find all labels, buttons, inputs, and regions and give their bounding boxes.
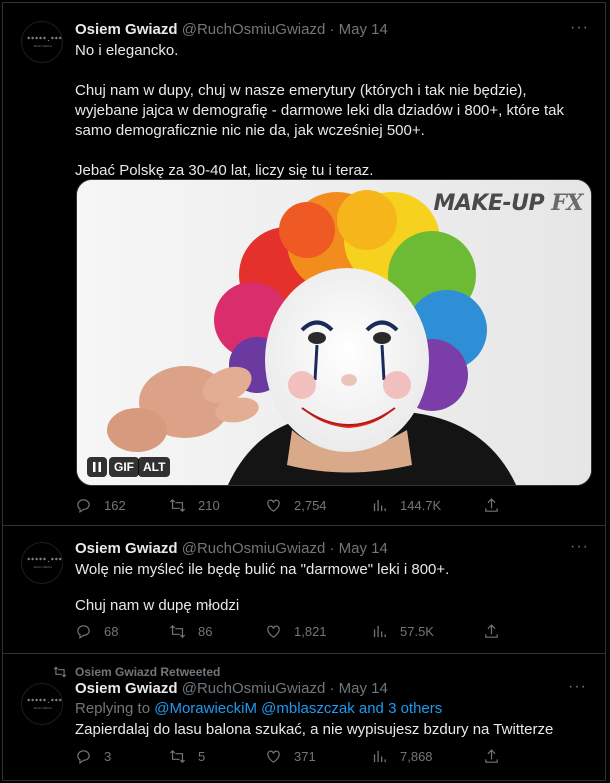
retweet-button[interactable]: 5 — [169, 748, 205, 765]
views-button[interactable]: 57.5K — [371, 623, 434, 640]
like-icon — [267, 750, 280, 763]
like-icon — [267, 625, 280, 638]
author-name[interactable]: Osiem Gwiazd — [75, 540, 178, 557]
like-count: 371 — [294, 749, 316, 764]
reply-button[interactable]: 68 — [75, 623, 118, 640]
retweet-icon — [169, 749, 186, 764]
views-button[interactable]: 144.7K — [371, 497, 441, 514]
retweet-icon — [53, 666, 67, 678]
tweet-header: Osiem Gwiazd @RuchOsmiuGwiazd · May 14 — [75, 21, 388, 38]
retweet-icon — [169, 624, 186, 639]
retweet-count: 210 — [198, 498, 220, 513]
retweet-icon — [169, 498, 186, 513]
watermark-main: MAKE-UP — [433, 191, 545, 216]
retweet-count: 5 — [198, 749, 206, 764]
avatar-text: *****.*** — [27, 36, 63, 43]
avatar[interactable]: *****.*** Ruch Ośmiu — [21, 542, 63, 584]
retweeted-by[interactable]: Osiem Gwiazd Retweeted — [53, 665, 221, 679]
avatar-subtext: Ruch Ośmiu — [34, 44, 52, 48]
views-count: 144.7K — [400, 498, 442, 513]
reply-count: 68 — [104, 624, 119, 639]
separator: · — [329, 21, 335, 38]
views-icon — [373, 625, 386, 638]
like-icon — [267, 499, 280, 512]
tweet-header: Osiem Gwiazd @RuchOsmiuGwiazd · May 14 — [75, 680, 388, 697]
like-count: 2,754 — [294, 498, 327, 513]
tweet-paragraph: Chuj nam w dupy, chuj w nasze emerytury … — [75, 82, 565, 139]
views-button[interactable]: 7,868 — [371, 748, 433, 765]
pause-icon[interactable] — [87, 457, 107, 477]
avatar[interactable]: *****.*** Ruch Ośmiu — [21, 683, 63, 725]
avatar[interactable]: *****.*** Ruch Ośmiu — [21, 21, 63, 63]
author-name[interactable]: Osiem Gwiazd — [75, 21, 178, 38]
reply-icon — [77, 625, 90, 640]
tweet-text: No i elegancko. Chuj nam w dupy, chuj w … — [75, 41, 585, 181]
share-button[interactable] — [483, 497, 500, 514]
tweet-paragraph: Wolę nie myśleć ile będę bulić na "darmo… — [75, 561, 450, 578]
share-icon — [485, 749, 498, 763]
tweet-paragraph: Jebać Polskę za 30-40 lat, liczy się tu … — [75, 162, 374, 179]
replying-to-prefix: Replying to — [75, 700, 151, 717]
tweet-paragraph: Chuj nam w dupę młodzi — [75, 597, 240, 614]
avatar-subtext: Ruch Ośmiu — [34, 565, 52, 569]
tweet-text: Wolę nie myśleć ile będę bulić na "darmo… — [75, 560, 585, 616]
tweet-date[interactable]: May 14 — [339, 680, 388, 697]
replying-to: Replying to @MorawieckiM @mblaszczak and… — [75, 700, 442, 717]
share-icon — [485, 498, 498, 512]
author-name[interactable]: Osiem Gwiazd — [75, 680, 178, 697]
tweet-date[interactable]: May 14 — [339, 540, 388, 557]
share-button[interactable] — [483, 623, 500, 640]
tweet-actions: 68 86 1,821 57.5K — [75, 623, 515, 645]
author-handle[interactable]: @RuchOsmiuGwiazd — [182, 21, 326, 38]
reply-count: 162 — [104, 498, 126, 513]
tweet-paragraph: Zapierdalaj do lasu balona szukać, a nie… — [75, 721, 554, 738]
separator: · — [329, 680, 335, 697]
tweet-paragraph: No i elegancko. — [75, 42, 179, 59]
clown-gif-image — [77, 180, 591, 485]
author-handle[interactable]: @RuchOsmiuGwiazd — [182, 680, 326, 697]
make-up-fx-watermark: MAKE-UP FX — [434, 190, 584, 216]
views-count: 7,868 — [400, 749, 433, 764]
tweet-header: Osiem Gwiazd @RuchOsmiuGwiazd · May 14 — [75, 540, 388, 557]
more-icon[interactable]: ··· — [570, 538, 589, 556]
views-icon — [373, 499, 386, 512]
reply-count: 3 — [104, 749, 112, 764]
avatar-subtext: Ruch Ośmiu — [34, 706, 52, 710]
watermark-fx: FX — [551, 190, 583, 216]
avatar-text: *****.*** — [27, 557, 63, 564]
tweet[interactable]: *****.*** Ruch Ośmiu Osiem Gwiazd @RuchO… — [3, 526, 605, 654]
like-button[interactable]: 2,754 — [265, 497, 327, 514]
views-count: 57.5K — [400, 624, 434, 639]
author-handle[interactable]: @RuchOsmiuGwiazd — [182, 540, 326, 557]
like-count: 1,821 — [294, 624, 327, 639]
gif-media[interactable]: MAKE-UP FX GIF ALT — [76, 179, 592, 486]
share-button[interactable] — [483, 748, 500, 765]
retweeted-by-label: Osiem Gwiazd Retweeted — [75, 665, 221, 679]
tweet-actions: 162 210 2,754 144.7K — [75, 497, 515, 519]
reply-icon — [77, 499, 90, 514]
share-icon — [485, 624, 498, 638]
tweet[interactable]: *****.*** Ruch Ośmiu Osiem Gwiazd @RuchO… — [3, 3, 605, 526]
avatar-text: *****.*** — [27, 698, 63, 705]
reply-icon — [77, 750, 90, 765]
more-icon[interactable]: ··· — [568, 678, 587, 696]
like-button[interactable]: 1,821 — [265, 623, 327, 640]
timeline: *****.*** Ruch Ośmiu Osiem Gwiazd @RuchO… — [2, 2, 606, 781]
like-button[interactable]: 371 — [265, 748, 316, 765]
tweet-date[interactable]: May 14 — [339, 21, 388, 38]
tweet-text: Zapierdalaj do lasu balona szukać, a nie… — [75, 720, 585, 740]
reply-button[interactable]: 162 — [75, 497, 126, 514]
retweet-button[interactable]: 86 — [169, 623, 212, 640]
tweet-actions: 3 5 371 7,868 — [75, 748, 515, 770]
more-icon[interactable]: ··· — [570, 19, 589, 37]
gif-badge: GIF — [109, 457, 139, 477]
reply-button[interactable]: 3 — [75, 748, 111, 765]
separator: · — [329, 540, 335, 557]
replying-to-mentions[interactable]: @MorawieckiM @mblaszczak and 3 others — [154, 700, 442, 717]
retweet-button[interactable]: 210 — [169, 497, 220, 514]
alt-badge[interactable]: ALT — [138, 457, 171, 477]
views-icon — [373, 750, 386, 763]
retweet-count: 86 — [198, 624, 213, 639]
